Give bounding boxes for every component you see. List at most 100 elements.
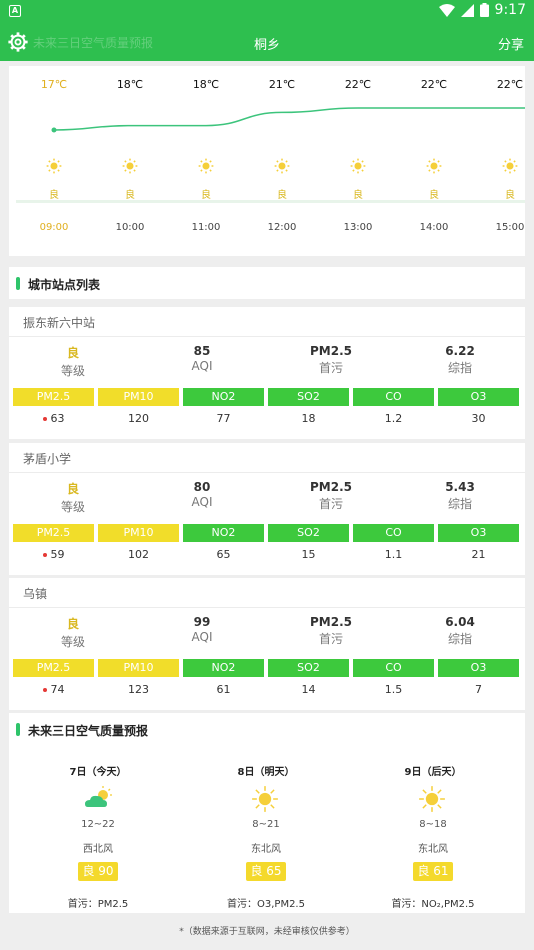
- hourly-forecast-card: 17℃ 良 09:00 18℃ 良 10:00 18℃ 良 11:00 21℃ …: [9, 66, 525, 256]
- current-temp-point: [51, 127, 57, 133]
- sun-icon: [502, 158, 518, 174]
- hour-quality: 良: [277, 190, 287, 201]
- forecast-aqi-badge: 良 65: [246, 862, 286, 881]
- forecast-temp-range: 12~22: [81, 819, 115, 830]
- metric-value: PM2.5: [310, 344, 352, 358]
- metric-label: AQI: [191, 495, 213, 509]
- partly-cloudy-icon: [85, 786, 112, 807]
- pollutant-value-text: 30: [471, 412, 486, 425]
- wifi-icon: [438, 3, 455, 17]
- station-card[interactable]: 茅盾小学 良 等级 80 AQI PM2.5 首污 5.43 综指 PM2.5 P…: [9, 443, 525, 575]
- hour-temp: 22℃: [420, 78, 448, 91]
- pollutant-row: PM2.5 PM10 NO2 SO2 CO O3: [13, 659, 525, 677]
- metric-label: 综指: [447, 497, 472, 511]
- metric-grade: 良 等级: [13, 344, 133, 379]
- pollutant-value-text: 14: [301, 683, 316, 696]
- three-day-forecast-card: 7日（今天） 12~22 西北风 良 90 首污：PM2.5 8日（明天） 8~…: [9, 745, 525, 913]
- pollutant-pill: PM10: [98, 524, 179, 542]
- primary-pollutant-dot: [42, 417, 47, 421]
- metric-label: 等级: [60, 364, 85, 378]
- metric-primary: PM2.5 首污: [271, 480, 391, 512]
- forecast-date: 9日（后天）: [404, 767, 462, 778]
- hour-time: 13:00: [343, 222, 373, 233]
- pollutant-value-text: 18: [301, 412, 316, 425]
- metric-value: 6.04: [445, 615, 475, 629]
- pollutant-value-text: 61: [216, 683, 231, 696]
- metric-label: AQI: [191, 359, 213, 373]
- station-card[interactable]: 振东新六中站 良 等级 85 AQI PM2.5 首污 6.22 综指 PM2.…: [9, 307, 525, 439]
- pollutant-pill: SO2: [268, 524, 349, 542]
- pollutant-value-text: 7: [475, 683, 482, 696]
- sun-icon: [426, 158, 442, 174]
- pollutant-value: 21: [438, 548, 519, 561]
- hour-temp: 17℃: [40, 78, 68, 91]
- hour-time: 14:00: [419, 222, 449, 233]
- hour-temp: 18℃: [116, 78, 144, 91]
- share-button[interactable]: 分享: [498, 34, 524, 53]
- hour-quality: 良: [505, 190, 515, 201]
- sun-icon: [46, 158, 62, 174]
- hour-quality: 良: [125, 190, 135, 201]
- signal-icon: [460, 3, 474, 17]
- temp-curve: [53, 107, 525, 131]
- pollutant-value-text: 59: [50, 548, 65, 561]
- metric-label: 首污: [318, 632, 343, 646]
- section-marker: [16, 277, 20, 290]
- section-title: 未来三日空气质量预报: [28, 724, 149, 738]
- metric-label: 首污: [318, 361, 343, 375]
- hour-temp: 22℃: [344, 78, 372, 91]
- pollutant-pill: PM10: [98, 659, 179, 677]
- pollutant-pill: CO: [353, 659, 434, 677]
- forecast-primary-pollutant: 首污：O3,PM2.5: [227, 899, 305, 910]
- forecast-primary-pollutant: 首污：NO₂,PM2.5: [391, 899, 475, 910]
- app-notification-icon: A: [9, 5, 21, 17]
- pollutant-value-text: 15: [301, 548, 316, 561]
- pollutant-value-text: 1.5: [384, 683, 403, 696]
- metric-index: 6.04 综指: [400, 615, 520, 647]
- metric-label: AQI: [191, 630, 213, 644]
- pollutant-pill: PM2.5: [13, 524, 94, 542]
- clock: 9:17: [494, 2, 526, 18]
- pollutant-pill: NO2: [183, 388, 264, 406]
- forecast-primary-pollutant: 首污：PM2.5: [67, 899, 129, 910]
- pollutant-value-text: 1.1: [384, 548, 403, 561]
- station-name: 乌镇: [23, 587, 48, 601]
- stations-section-header: 城市站点列表: [9, 267, 525, 299]
- pollutant-pill: O3: [438, 388, 519, 406]
- hour-temp: 18℃: [192, 78, 220, 91]
- pollutant-value: 1.2: [353, 412, 434, 425]
- hour-temp: 21℃: [268, 78, 296, 91]
- pollutant-value: 1.1: [353, 548, 434, 561]
- forecast-wind: 西北风: [83, 844, 113, 855]
- pollutant-pill: NO2: [183, 659, 264, 677]
- station-card[interactable]: 乌镇 良 等级 99 AQI PM2.5 首污 6.04 综指 PM2.5 PM1…: [9, 578, 525, 710]
- pollutant-value: 15: [268, 548, 349, 561]
- metric-value: 99: [193, 615, 211, 629]
- pollutant-row: PM2.5 PM10 NO2 SO2 CO O3: [13, 388, 525, 406]
- forecast-wind: 东北风: [251, 844, 281, 855]
- metric-primary: PM2.5 首污: [271, 344, 391, 376]
- pollutant-value: 123: [98, 683, 179, 696]
- hour-quality: 良: [49, 190, 59, 201]
- station-name: 茅盾小学: [23, 452, 72, 466]
- forecast-aqi-badge: 良 90: [78, 862, 118, 881]
- metric-grade: 良 等级: [13, 480, 133, 515]
- hour-time: 09:00: [39, 222, 69, 233]
- sun-icon: [350, 158, 366, 174]
- metric-label: 综指: [447, 632, 472, 646]
- forecast-aqi-badge: 良 61: [413, 862, 453, 881]
- hour-time: 11:00: [191, 222, 221, 233]
- pollutant-pill: CO: [353, 388, 434, 406]
- pollutant-value: 65: [183, 548, 264, 561]
- pollutant-value: 63: [13, 412, 94, 425]
- battery-icon: [479, 3, 489, 17]
- forecast-date: 8日（明天）: [237, 767, 295, 778]
- forecast-temp-range: 8~21: [252, 819, 280, 830]
- pollutant-value: 18: [268, 412, 349, 425]
- pollutant-pill: PM10: [98, 388, 179, 406]
- metric-value: PM2.5: [310, 480, 352, 494]
- station-header: 振东新六中站: [9, 307, 525, 337]
- primary-pollutant-dot: [42, 553, 47, 557]
- data-source-note: *（数据来源于互联网，未经审核仅供参考）: [179, 927, 355, 937]
- hour-time: 15:00: [495, 222, 525, 233]
